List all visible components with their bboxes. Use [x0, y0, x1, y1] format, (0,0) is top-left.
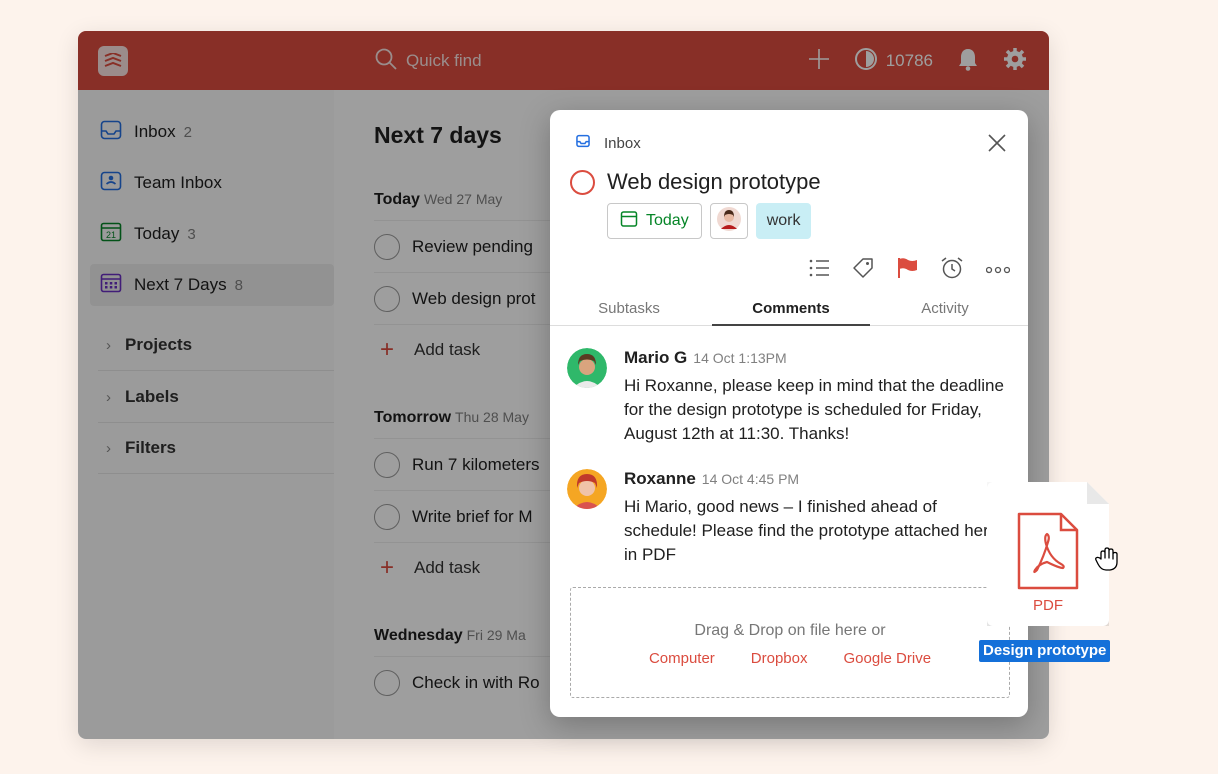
upload-google-drive-link[interactable]: Google Drive — [844, 650, 932, 667]
priority-flag-icon[interactable] — [896, 257, 918, 284]
task-checkbox[interactable] — [570, 169, 595, 195]
inbox-icon — [576, 134, 590, 152]
tab-subtasks[interactable]: Subtasks — [550, 296, 708, 326]
avatar — [716, 206, 741, 236]
file-type-label: PDF — [1033, 597, 1063, 614]
comment-header: Mario G 14 Oct 1:13PM — [624, 348, 787, 368]
label-chip[interactable]: work — [755, 203, 812, 239]
tab-comments[interactable]: Comments — [712, 296, 870, 326]
modal-tabs: Subtasks Comments Activity — [550, 296, 1028, 326]
comment-time: 14 Oct 4:45 PM — [701, 471, 800, 487]
task-actions — [808, 256, 1011, 285]
assignee-chip[interactable] — [709, 203, 748, 239]
comment-author: Roxanne — [624, 469, 696, 488]
upload-dropbox-link[interactable]: Dropbox — [751, 650, 808, 667]
dropzone-title: Drag & Drop on file here or — [694, 622, 886, 639]
close-icon[interactable] — [986, 132, 1008, 154]
task-header: Web design prototype — [570, 169, 821, 195]
tab-activity[interactable]: Activity — [866, 296, 1024, 326]
comment-author: Mario G — [624, 348, 688, 367]
subtasks-list-icon[interactable] — [808, 258, 830, 283]
task-title[interactable]: Web design prototype — [607, 169, 821, 195]
due-date-chip[interactable]: Today — [607, 203, 702, 239]
comment-header: Roxanne 14 Oct 4:45 PM — [624, 469, 799, 489]
page-fold-corner — [1087, 482, 1109, 504]
avatar — [567, 469, 607, 509]
comment-text: Hi Roxanne, please keep in mind that the… — [624, 376, 1004, 443]
comment-time: 14 Oct 1:13PM — [693, 350, 787, 366]
comment-text: Hi Mario, good news – I finished ahead o… — [624, 497, 1003, 564]
avatar — [567, 348, 607, 388]
calendar-icon — [620, 210, 638, 233]
file-dropzone[interactable]: Drag & Drop on file here or Computer Dro… — [570, 587, 1010, 698]
task-detail-modal: Inbox Web design prototype Today work Su… — [550, 110, 1028, 717]
reminder-alarm-icon[interactable] — [940, 256, 964, 285]
more-options-icon[interactable] — [985, 262, 1011, 280]
task-project[interactable]: Inbox — [576, 134, 641, 152]
task-project-label: Inbox — [604, 134, 641, 152]
pdf-file-icon — [1017, 512, 1079, 595]
grab-cursor-icon — [1093, 545, 1121, 578]
dropzone-sources: Computer Dropbox Google Drive — [571, 650, 1009, 667]
dragged-file-name: Design prototype — [979, 640, 1111, 662]
upload-computer-link[interactable]: Computer — [649, 650, 715, 667]
tag-icon[interactable] — [852, 257, 874, 284]
due-date-label: Today — [646, 212, 689, 229]
task-chips: Today work — [607, 203, 812, 239]
